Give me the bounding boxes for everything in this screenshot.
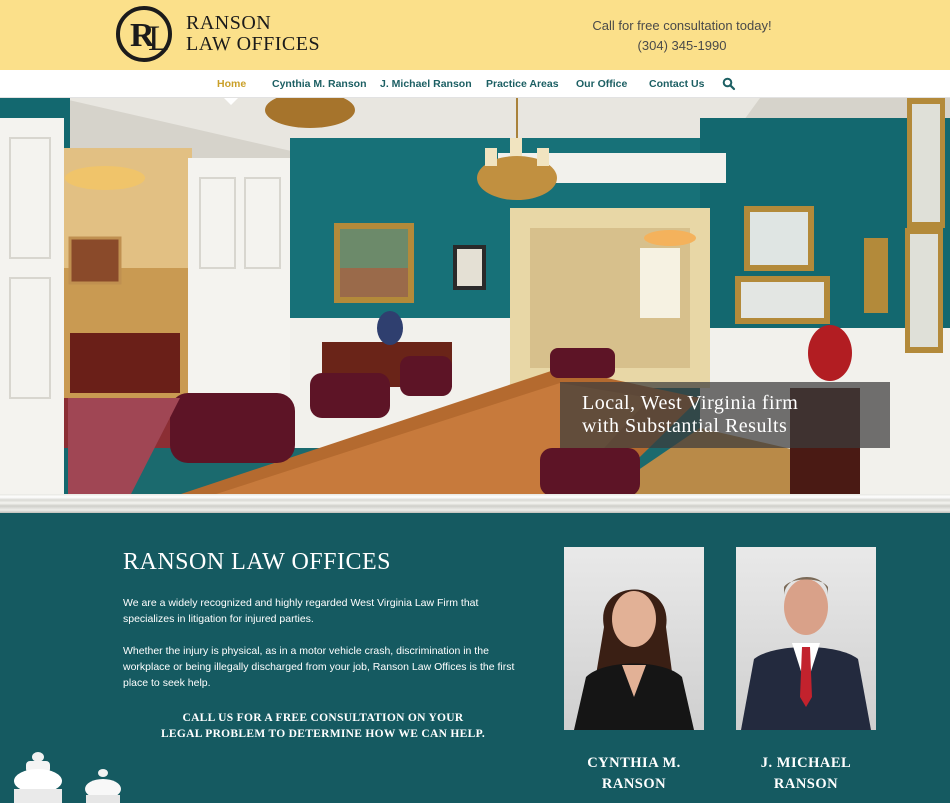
nav-michael-ranson[interactable]: J. Michael Ranson	[380, 70, 472, 98]
search-icon[interactable]	[722, 77, 736, 91]
decorative-molding	[0, 494, 950, 513]
attorney-name-line-1: CYNTHIA M.	[587, 755, 681, 771]
section-title: RANSON LAW OFFICES	[123, 549, 392, 575]
logo-line-2: LAW OFFICES	[186, 33, 321, 55]
nav-cynthia-ranson[interactable]: Cynthia M. Ranson	[272, 70, 367, 98]
intro-text: We are a widely recognized and highly re…	[123, 595, 529, 707]
phone-number[interactable]: (304) 345-1990	[580, 36, 784, 56]
decorative-finials	[14, 752, 121, 803]
nav-home[interactable]: Home	[217, 70, 246, 98]
intro-paragraph-1: We are a widely recognized and highly re…	[123, 597, 479, 625]
cta-line-2: LEGAL PROBLEM TO DETERMINE HOW WE CAN HE…	[160, 728, 486, 740]
site-logo[interactable]: R L RANSON LAW OFFICES	[112, 4, 322, 64]
attorney-photo-cynthia[interactable]	[564, 547, 704, 730]
consultation-text: Call for free consultation today!	[592, 18, 772, 33]
attorney-name-cynthia[interactable]: CYNTHIA M. RANSON	[564, 753, 704, 795]
attorney-card-michael[interactable]: J. MICHAEL RANSON	[736, 547, 876, 795]
cta-line-1: CALL US FOR A FREE CONSULTATION ON YOUR	[182, 712, 464, 724]
attorney-photo-michael[interactable]	[736, 547, 876, 730]
nav-practice-areas[interactable]: Practice Areas	[486, 70, 559, 98]
intro-paragraph-2: Whether the injury is physical, as in a …	[123, 645, 515, 689]
attorney-name-michael[interactable]: J. MICHAEL RANSON	[736, 753, 876, 795]
attorney-name-line-1: J. MICHAEL	[760, 755, 852, 771]
logo-line-1: RANSON	[186, 12, 272, 34]
header-contact: Call for free consultation today! (304) …	[580, 16, 784, 56]
site-header: R L RANSON LAW OFFICES Call for free con…	[0, 0, 950, 70]
hero-banner: Local, West Virginia firm with Substanti…	[0, 98, 950, 496]
hero-caption-line-2: with Substantial Results	[582, 415, 788, 437]
hero-caption-line-1: Local, West Virginia firm	[582, 392, 799, 414]
main-nav: Home Cynthia M. Ranson J. Michael Ranson…	[0, 70, 950, 98]
logo-monogram: R L	[116, 6, 172, 62]
nav-our-office[interactable]: Our Office	[576, 70, 627, 98]
logo-wordmark: RANSON LAW OFFICES	[186, 13, 320, 55]
consultation-cta: CALL US FOR A FREE CONSULTATION ON YOUR …	[160, 710, 486, 742]
active-nav-pointer	[224, 98, 238, 105]
nav-contact-us[interactable]: Contact Us	[649, 70, 704, 98]
attorney-card-cynthia[interactable]: CYNTHIA M. RANSON	[564, 547, 704, 795]
intro-section: RANSON LAW OFFICES We are a widely recog…	[0, 513, 950, 803]
hero-caption: Local, West Virginia firm with Substanti…	[560, 382, 890, 448]
svg-text:L: L	[148, 18, 170, 58]
attorney-name-line-2: RANSON	[601, 776, 667, 792]
attorney-name-line-2: RANSON	[773, 776, 839, 792]
